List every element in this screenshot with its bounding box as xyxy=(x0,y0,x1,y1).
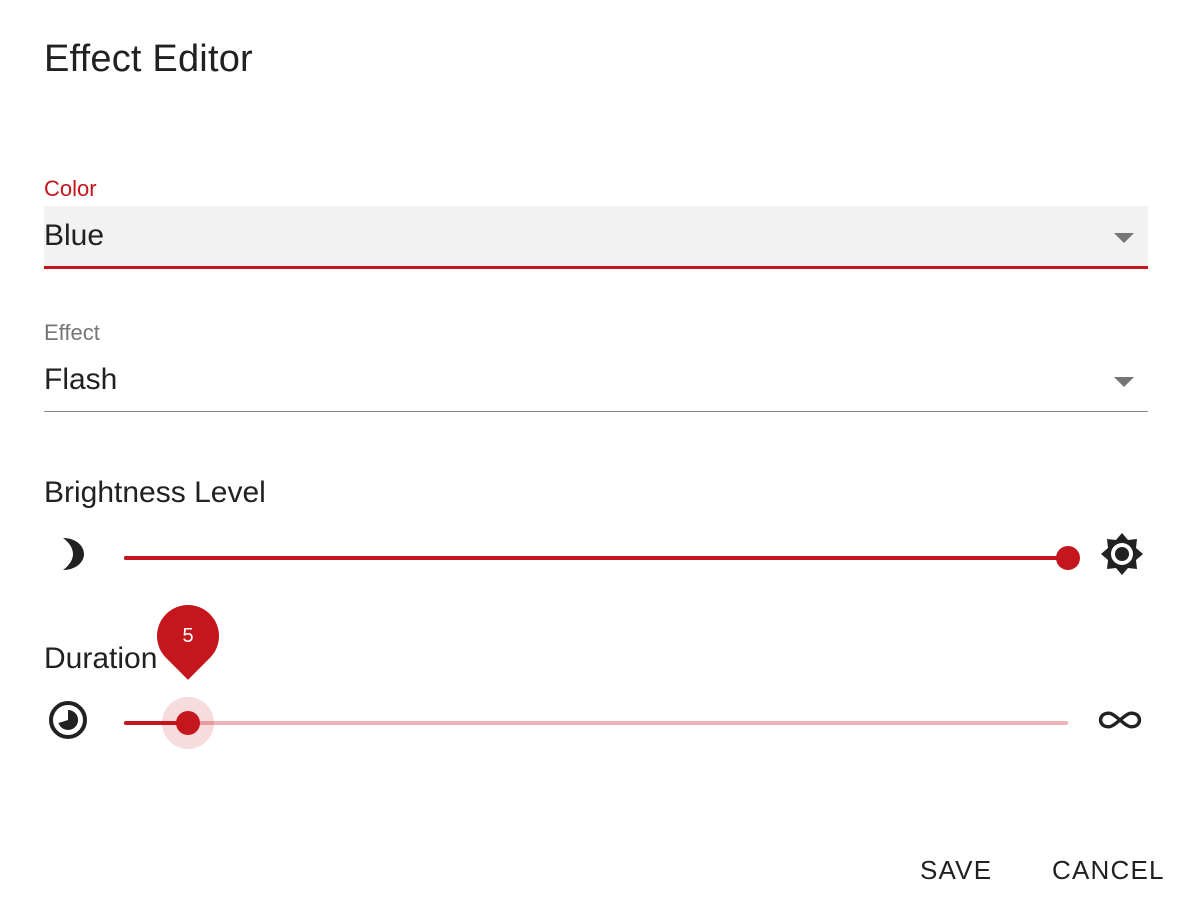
color-select: Color Blue xyxy=(44,174,1148,274)
duration-slider-track[interactable] xyxy=(124,721,1068,725)
duration-label: Duration xyxy=(44,642,158,675)
color-select-label: Color xyxy=(44,176,97,201)
effect-select-label: Effect xyxy=(44,320,100,345)
color-select-underline xyxy=(44,266,1148,269)
effect-editor-dialog: Effect Editor Color Blue Effect Flash Br… xyxy=(0,0,1188,918)
timelapse-icon xyxy=(49,701,87,739)
save-button[interactable]: SAVE xyxy=(920,848,992,892)
effect-select-underline xyxy=(44,411,1148,412)
color-select-value: Blue xyxy=(44,219,105,252)
brightness-slider-thumb[interactable] xyxy=(1056,546,1080,570)
cancel-button[interactable]: CANCEL xyxy=(1052,848,1165,892)
duration-value-label: 5 xyxy=(182,625,194,647)
color-select-box[interactable]: Blue xyxy=(44,206,1148,266)
effect-select-value: Flash xyxy=(44,363,118,396)
duration-slider-thumb[interactable] xyxy=(176,711,200,735)
chevron-down-icon xyxy=(1114,233,1134,243)
moon-icon xyxy=(63,538,84,570)
effect-select: Effect Flash xyxy=(44,318,1148,418)
brightness-slider[interactable] xyxy=(124,538,1080,578)
effect-select-box[interactable]: Flash xyxy=(44,350,1148,410)
sun-icon xyxy=(1101,533,1143,575)
dialog-title: Effect Editor xyxy=(44,38,253,80)
brightness-slider-fill xyxy=(124,556,1068,560)
brightness-label: Brightness Level xyxy=(44,476,266,509)
duration-slider[interactable]: 5 xyxy=(124,592,1068,749)
chevron-down-icon xyxy=(1114,377,1134,387)
infinity-icon xyxy=(1098,711,1142,729)
